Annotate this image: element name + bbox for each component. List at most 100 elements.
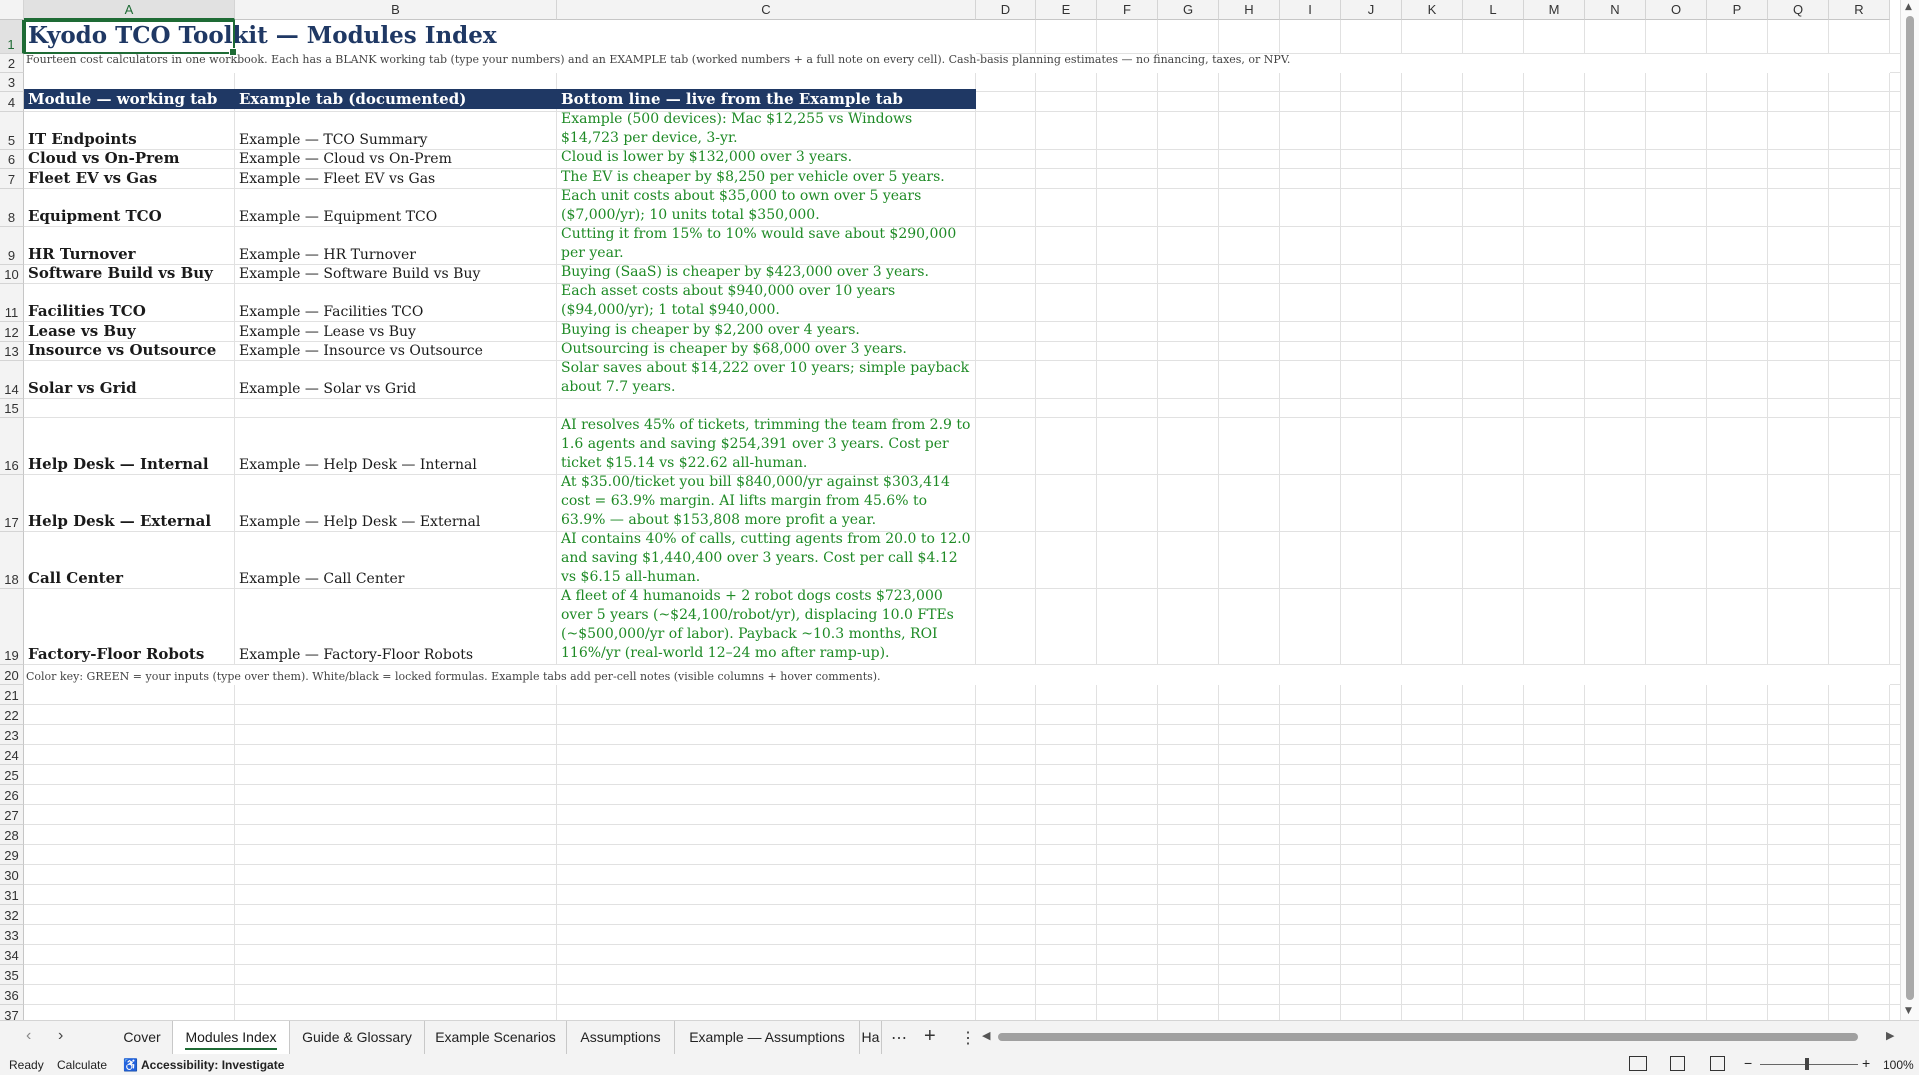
vertical-scroll-thumb[interactable]: [1906, 16, 1914, 1000]
row-header[interactable]: 27: [0, 805, 24, 825]
page-layout-view-icon[interactable]: [1670, 1056, 1685, 1071]
column-header[interactable]: H: [1219, 0, 1280, 20]
bottom-line-cell[interactable]: Each asset costs about $940,000 over 10 …: [557, 284, 976, 322]
row-header[interactable]: 21: [0, 685, 24, 705]
bottom-line-cell[interactable]: Cloud is lower by $132,000 over 3 years.: [557, 150, 976, 169]
spreadsheet-grid[interactable]: A B C D E F G H I J K L M N O P Q R 1 2 3 4 5 6 7 8 9 10 11 12 13 14 15 1…: [0, 0, 1900, 1020]
sheet-tab[interactable]: Cover: [112, 1021, 173, 1054]
column-header[interactable]: Q: [1768, 0, 1829, 20]
example-tab-cell[interactable]: Example — Help Desk — External: [235, 475, 557, 532]
bottom-line-cell[interactable]: At $35.00/ticket you bill $840,000/yr ag…: [557, 475, 976, 532]
row-header[interactable]: 12: [0, 322, 24, 342]
example-tab-cell[interactable]: [235, 399, 557, 418]
row-header[interactable]: 6: [0, 150, 24, 169]
column-header[interactable]: A: [24, 0, 235, 20]
module-name-cell[interactable]: Factory-Floor Robots: [24, 589, 235, 665]
normal-view-icon[interactable]: [1629, 1056, 1647, 1071]
row-header[interactable]: 13: [0, 342, 24, 361]
module-name-cell[interactable]: Help Desk — External: [24, 475, 235, 532]
accessibility-icon[interactable]: ♿: [123, 1058, 138, 1072]
module-name-cell[interactable]: [24, 399, 235, 418]
row-header[interactable]: 31: [0, 885, 24, 905]
row-header[interactable]: 25: [0, 765, 24, 785]
sheet-tab[interactable]: Ha: [860, 1021, 882, 1054]
module-name-cell[interactable]: IT Endpoints: [24, 112, 235, 150]
row-header[interactable]: 14: [0, 361, 24, 399]
bottom-line-cell[interactable]: Buying (SaaS) is cheaper by $423,000 ove…: [557, 265, 976, 284]
row-header[interactable]: 16: [0, 418, 24, 475]
bottom-line-cell[interactable]: Solar saves about $14,222 over 10 years;…: [557, 361, 976, 399]
hscroll-right-icon[interactable]: ▶: [1886, 1029, 1894, 1042]
module-name-cell[interactable]: Software Build vs Buy: [24, 265, 235, 284]
row-header[interactable]: 33: [0, 925, 24, 945]
example-tab-cell[interactable]: Example — Solar vs Grid: [235, 361, 557, 399]
module-name-cell[interactable]: Insource vs Outsource: [24, 342, 235, 361]
column-header[interactable]: N: [1585, 0, 1646, 20]
row-header[interactable]: 37: [0, 1005, 24, 1020]
accessibility-button[interactable]: Accessibility: Investigate: [141, 1058, 284, 1072]
row-header[interactable]: 23: [0, 725, 24, 745]
row-header[interactable]: 18: [0, 532, 24, 589]
example-tab-cell[interactable]: Example — Cloud vs On-Prem: [235, 150, 557, 169]
bottom-line-cell[interactable]: Buying is cheaper by $2,200 over 4 years…: [557, 322, 976, 342]
horizontal-scroll-thumb[interactable]: [998, 1033, 1858, 1041]
row-header[interactable]: 28: [0, 825, 24, 845]
row-header[interactable]: 22: [0, 705, 24, 725]
column-header[interactable]: K: [1402, 0, 1463, 20]
column-header[interactable]: D: [976, 0, 1036, 20]
module-name-cell[interactable]: Equipment TCO: [24, 189, 235, 227]
horizontal-scrollbar[interactable]: [985, 1031, 1890, 1043]
zoom-slider[interactable]: [1760, 1064, 1858, 1065]
module-name-cell[interactable]: Cloud vs On-Prem: [24, 150, 235, 169]
module-name-cell[interactable]: Fleet EV vs Gas: [24, 169, 235, 189]
row-header[interactable]: 26: [0, 785, 24, 805]
bottom-line-cell[interactable]: A fleet of 4 humanoids + 2 robot dogs co…: [557, 589, 976, 665]
module-name-cell[interactable]: Solar vs Grid: [24, 361, 235, 399]
column-header[interactable]: R: [1829, 0, 1890, 20]
row-header[interactable]: 3: [0, 73, 24, 92]
row-header[interactable]: 5: [0, 112, 24, 150]
sheet-title[interactable]: Kyodo TCO Toolkit — Modules Index: [28, 22, 497, 49]
row-header[interactable]: 19: [0, 589, 24, 665]
row-header[interactable]: 1: [0, 20, 24, 54]
column-header[interactable]: L: [1463, 0, 1524, 20]
page-break-view-icon[interactable]: [1710, 1056, 1725, 1071]
bottom-line-cell[interactable]: Outsourcing is cheaper by $68,000 over 3…: [557, 342, 976, 361]
row-header[interactable]: 32: [0, 905, 24, 925]
example-tab-cell[interactable]: Example — Software Build vs Buy: [235, 265, 557, 284]
example-tab-cell[interactable]: Example — Call Center: [235, 532, 557, 589]
sheet-subtitle[interactable]: Fourteen cost calculators in one workboo…: [26, 53, 1290, 66]
row-header[interactable]: 30: [0, 865, 24, 885]
row-header[interactable]: 9: [0, 227, 24, 265]
bottom-line-cell[interactable]: Each unit costs about $35,000 to own ove…: [557, 189, 976, 227]
row-header[interactable]: 34: [0, 945, 24, 965]
module-name-cell[interactable]: HR Turnover: [24, 227, 235, 265]
table-header-cell[interactable]: Example tab (documented): [235, 89, 557, 109]
zoom-level[interactable]: 100%: [1883, 1058, 1914, 1072]
scroll-down-icon[interactable]: ▼: [1905, 1006, 1912, 1016]
calculate-button[interactable]: Calculate: [57, 1058, 107, 1072]
zoom-in-icon[interactable]: +: [1862, 1055, 1870, 1071]
example-tab-cell[interactable]: Example — Equipment TCO: [235, 189, 557, 227]
row-header[interactable]: 7: [0, 169, 24, 189]
bottom-line-cell[interactable]: AI contains 40% of calls, cutting agents…: [557, 532, 976, 589]
column-header[interactable]: B: [235, 0, 557, 20]
color-key-note[interactable]: Color key: GREEN = your inputs (type ove…: [26, 670, 881, 683]
add-sheet-button[interactable]: +: [924, 1025, 936, 1048]
bottom-line-cell[interactable]: [557, 399, 976, 418]
module-name-cell[interactable]: Facilities TCO: [24, 284, 235, 322]
column-header[interactable]: E: [1036, 0, 1097, 20]
select-all-corner[interactable]: [0, 0, 24, 20]
example-tab-cell[interactable]: Example — Factory-Floor Robots: [235, 589, 557, 665]
zoom-slider-handle[interactable]: [1805, 1058, 1809, 1070]
scroll-up-icon[interactable]: ▲: [1905, 2, 1912, 12]
column-header[interactable]: C: [557, 0, 976, 20]
row-header[interactable]: 15: [0, 399, 24, 418]
row-header[interactable]: 24: [0, 745, 24, 765]
bottom-line-cell[interactable]: The EV is cheaper by $8,250 per vehicle …: [557, 169, 976, 189]
column-header[interactable]: O: [1646, 0, 1707, 20]
row-header[interactable]: 17: [0, 475, 24, 532]
row-header[interactable]: 29: [0, 845, 24, 865]
tab-scroll-left-icon[interactable]: ‹: [26, 1027, 31, 1045]
example-tab-cell[interactable]: Example — HR Turnover: [235, 227, 557, 265]
